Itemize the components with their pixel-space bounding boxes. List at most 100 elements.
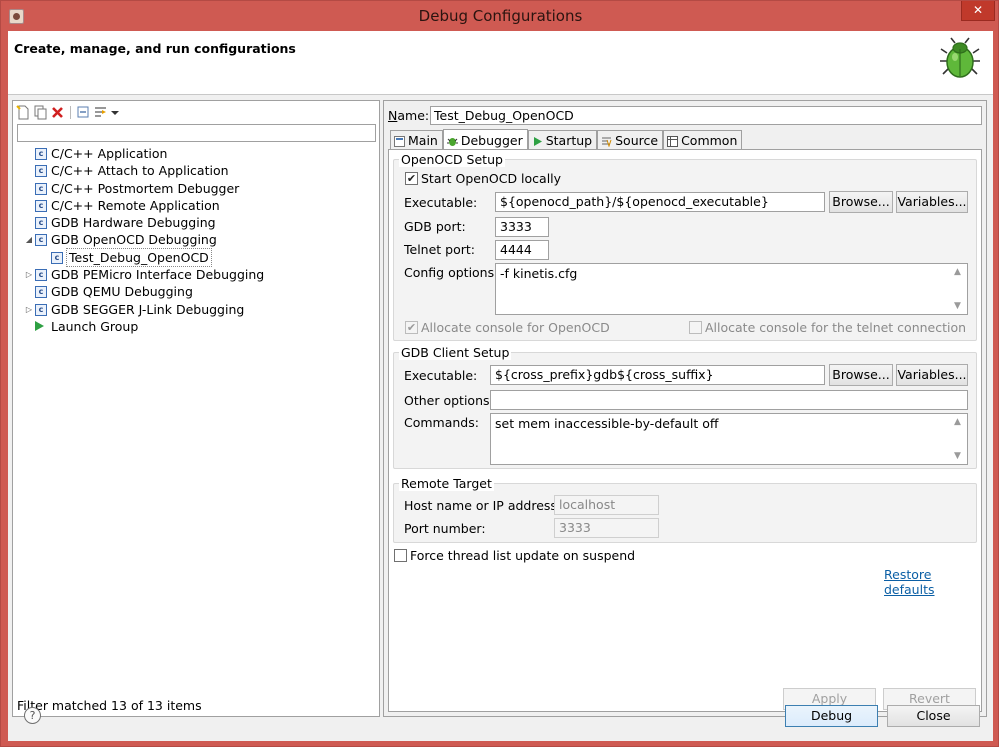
alloc-console-label: Allocate console for OpenOCD [421, 320, 610, 335]
tab-common[interactable]: Common [663, 130, 743, 149]
alloc-telnet-checkbox[interactable] [689, 321, 702, 334]
openocd-setup-group: OpenOCD Setup Start OpenOCD locally Exec… [393, 152, 977, 341]
tree-item[interactable]: c GDB Hardware Debugging [13, 214, 379, 231]
other-options-input[interactable] [490, 390, 968, 410]
chevron-down-icon[interactable] [110, 105, 125, 120]
tab-main[interactable]: Main [390, 130, 443, 149]
gdb-variables-button[interactable]: Variables... [896, 364, 968, 386]
collapsed-twisty-icon[interactable]: ▷ [25, 301, 33, 318]
gdb-client-title: GDB Client Setup [399, 345, 512, 360]
config-options-textarea[interactable]: -f kinetis.cfg ▲ ▼ [495, 263, 968, 315]
new-config-icon[interactable] [16, 104, 31, 120]
config-icon: c [35, 286, 47, 299]
main-tab-icon [394, 135, 405, 147]
other-options-label: Other options: [404, 393, 494, 408]
toolbar-separator [70, 105, 71, 119]
collapse-all-icon[interactable] [76, 105, 91, 120]
name-input[interactable]: Test_Debug_OpenOCD [430, 106, 982, 125]
gdb-browse-button[interactable]: Browse... [829, 364, 893, 386]
tree-item[interactable]: ◢ c GDB OpenOCD Debugging [13, 231, 379, 248]
tab-strip: Main Debugger Startup Source Common [390, 129, 743, 149]
expanded-twisty-icon[interactable]: ◢ [25, 231, 33, 248]
tree-item[interactable]: ▷ c GDB SEGGER J-Link Debugging [13, 301, 379, 318]
debugger-tab-panel: OpenOCD Setup Start OpenOCD locally Exec… [388, 149, 982, 712]
tree-item[interactable]: c C/C++ Postmortem Debugger [13, 180, 379, 197]
host-input[interactable]: localhost [554, 495, 659, 515]
tree-item[interactable]: c C/C++ Application [13, 145, 379, 162]
alloc-console-checkbox[interactable] [405, 321, 418, 334]
tab-debugger[interactable]: Debugger [442, 129, 528, 149]
header-title: Create, manage, and run configurations [14, 41, 296, 56]
tree-item[interactable]: c C/C++ Remote Application [13, 197, 379, 214]
tree-item[interactable]: c C/C++ Attach to Application [13, 162, 379, 179]
config-icon: c [35, 269, 47, 282]
window-frame: Debug Configurations ✕ Create, manage, a… [0, 0, 999, 747]
config-options-scrollbar[interactable]: ▲ ▼ [953, 265, 966, 313]
openocd-executable-input[interactable]: ${openocd_path}/${openocd_executable} [495, 192, 825, 212]
openocd-executable-label: Executable: [404, 195, 478, 210]
alloc-telnet-label: Allocate console for the telnet connecti… [705, 320, 967, 335]
tree-item[interactable]: c Test_Debug_OpenOCD [13, 247, 379, 267]
config-icon: c [35, 303, 47, 316]
tab-source[interactable]: Source [597, 130, 664, 149]
tree-item[interactable]: Launch Group [13, 318, 379, 335]
remote-target-title: Remote Target [399, 476, 494, 491]
duplicate-config-icon[interactable] [33, 105, 48, 120]
config-icon: c [35, 199, 47, 212]
restore-defaults-link[interactable]: Restore defaults [884, 567, 981, 597]
debug-button[interactable]: Debug [785, 705, 878, 727]
host-label: Host name or IP address: [404, 498, 562, 513]
openocd-browse-button[interactable]: Browse... [829, 191, 893, 213]
filter-status: Filter matched 13 of 13 items [17, 698, 202, 713]
bug-icon [940, 37, 980, 78]
close-button[interactable]: Close [887, 705, 980, 727]
tree-item[interactable]: ▷ c GDB PEMicro Interface Debugging [13, 266, 379, 283]
gdb-executable-label: Executable: [404, 368, 478, 383]
tree-item-label: GDB SEGGER J-Link Debugging [51, 301, 245, 317]
delete-config-icon[interactable] [50, 105, 65, 120]
telnet-port-label: Telnet port: [404, 242, 475, 257]
filter-icon[interactable] [93, 105, 108, 120]
config-icon: c [35, 234, 47, 247]
tree-item-label: GDB OpenOCD Debugging [51, 232, 217, 248]
tree-item-label: Launch Group [51, 318, 139, 334]
tab-startup[interactable]: Startup [527, 130, 598, 149]
openocd-variables-button[interactable]: Variables... [896, 191, 968, 213]
collapsed-twisty-icon[interactable]: ▷ [25, 266, 33, 283]
start-openocd-checkbox[interactable] [405, 172, 418, 185]
debugger-tab-icon [446, 135, 458, 146]
tree-item-label: C/C++ Postmortem Debugger [51, 180, 240, 196]
config-icon: c [35, 217, 47, 230]
commands-value: set mem inaccessible-by-default off [495, 416, 719, 431]
commands-textarea[interactable]: set mem inaccessible-by-default off ▲ ▼ [490, 413, 968, 465]
telnet-port-input[interactable]: 4444 [495, 240, 549, 260]
source-tab-icon [601, 135, 612, 148]
tree-item[interactable]: c GDB QEMU Debugging [13, 283, 379, 300]
help-icon[interactable]: ? [24, 707, 41, 724]
name-label: Name: [388, 108, 430, 123]
config-list-pane: c C/C++ Application c C/C++ Attach to Appli… [12, 100, 380, 717]
commands-scrollbar[interactable]: ▲ ▼ [953, 415, 966, 463]
openocd-setup-title: OpenOCD Setup [399, 152, 505, 167]
tree-item-label: GDB QEMU Debugging [51, 284, 193, 300]
config-icon: c [35, 148, 47, 160]
force-thread-label: Force thread list update on suspend [410, 548, 636, 563]
config-icon: c [35, 165, 47, 178]
config-options-value: -f kinetis.cfg [500, 266, 578, 281]
force-thread-checkbox[interactable] [394, 549, 407, 562]
start-openocd-label: Start OpenOCD locally [421, 171, 562, 186]
gdb-port-label: GDB port: [404, 219, 466, 234]
title-bar: Debug Configurations ✕ [1, 1, 999, 31]
filter-input[interactable] [17, 124, 376, 142]
window-close-button[interactable]: ✕ [961, 1, 995, 21]
tree-item-label: C/C++ Attach to Application [51, 163, 229, 179]
gdb-executable-input[interactable]: ${cross_prefix}gdb${cross_suffix} [490, 365, 825, 385]
config-icon: c [35, 182, 47, 195]
gdb-port-input[interactable]: 3333 [495, 217, 549, 237]
tree-item-label: C/C++ Application [51, 146, 168, 161]
launch-icon [35, 320, 44, 331]
left-toolbar [16, 104, 125, 120]
port-number-input[interactable]: 3333 [554, 518, 659, 538]
dialog-header: Create, manage, and run configurations [8, 31, 993, 95]
tree-item-label: C/C++ Remote Application [51, 197, 220, 213]
